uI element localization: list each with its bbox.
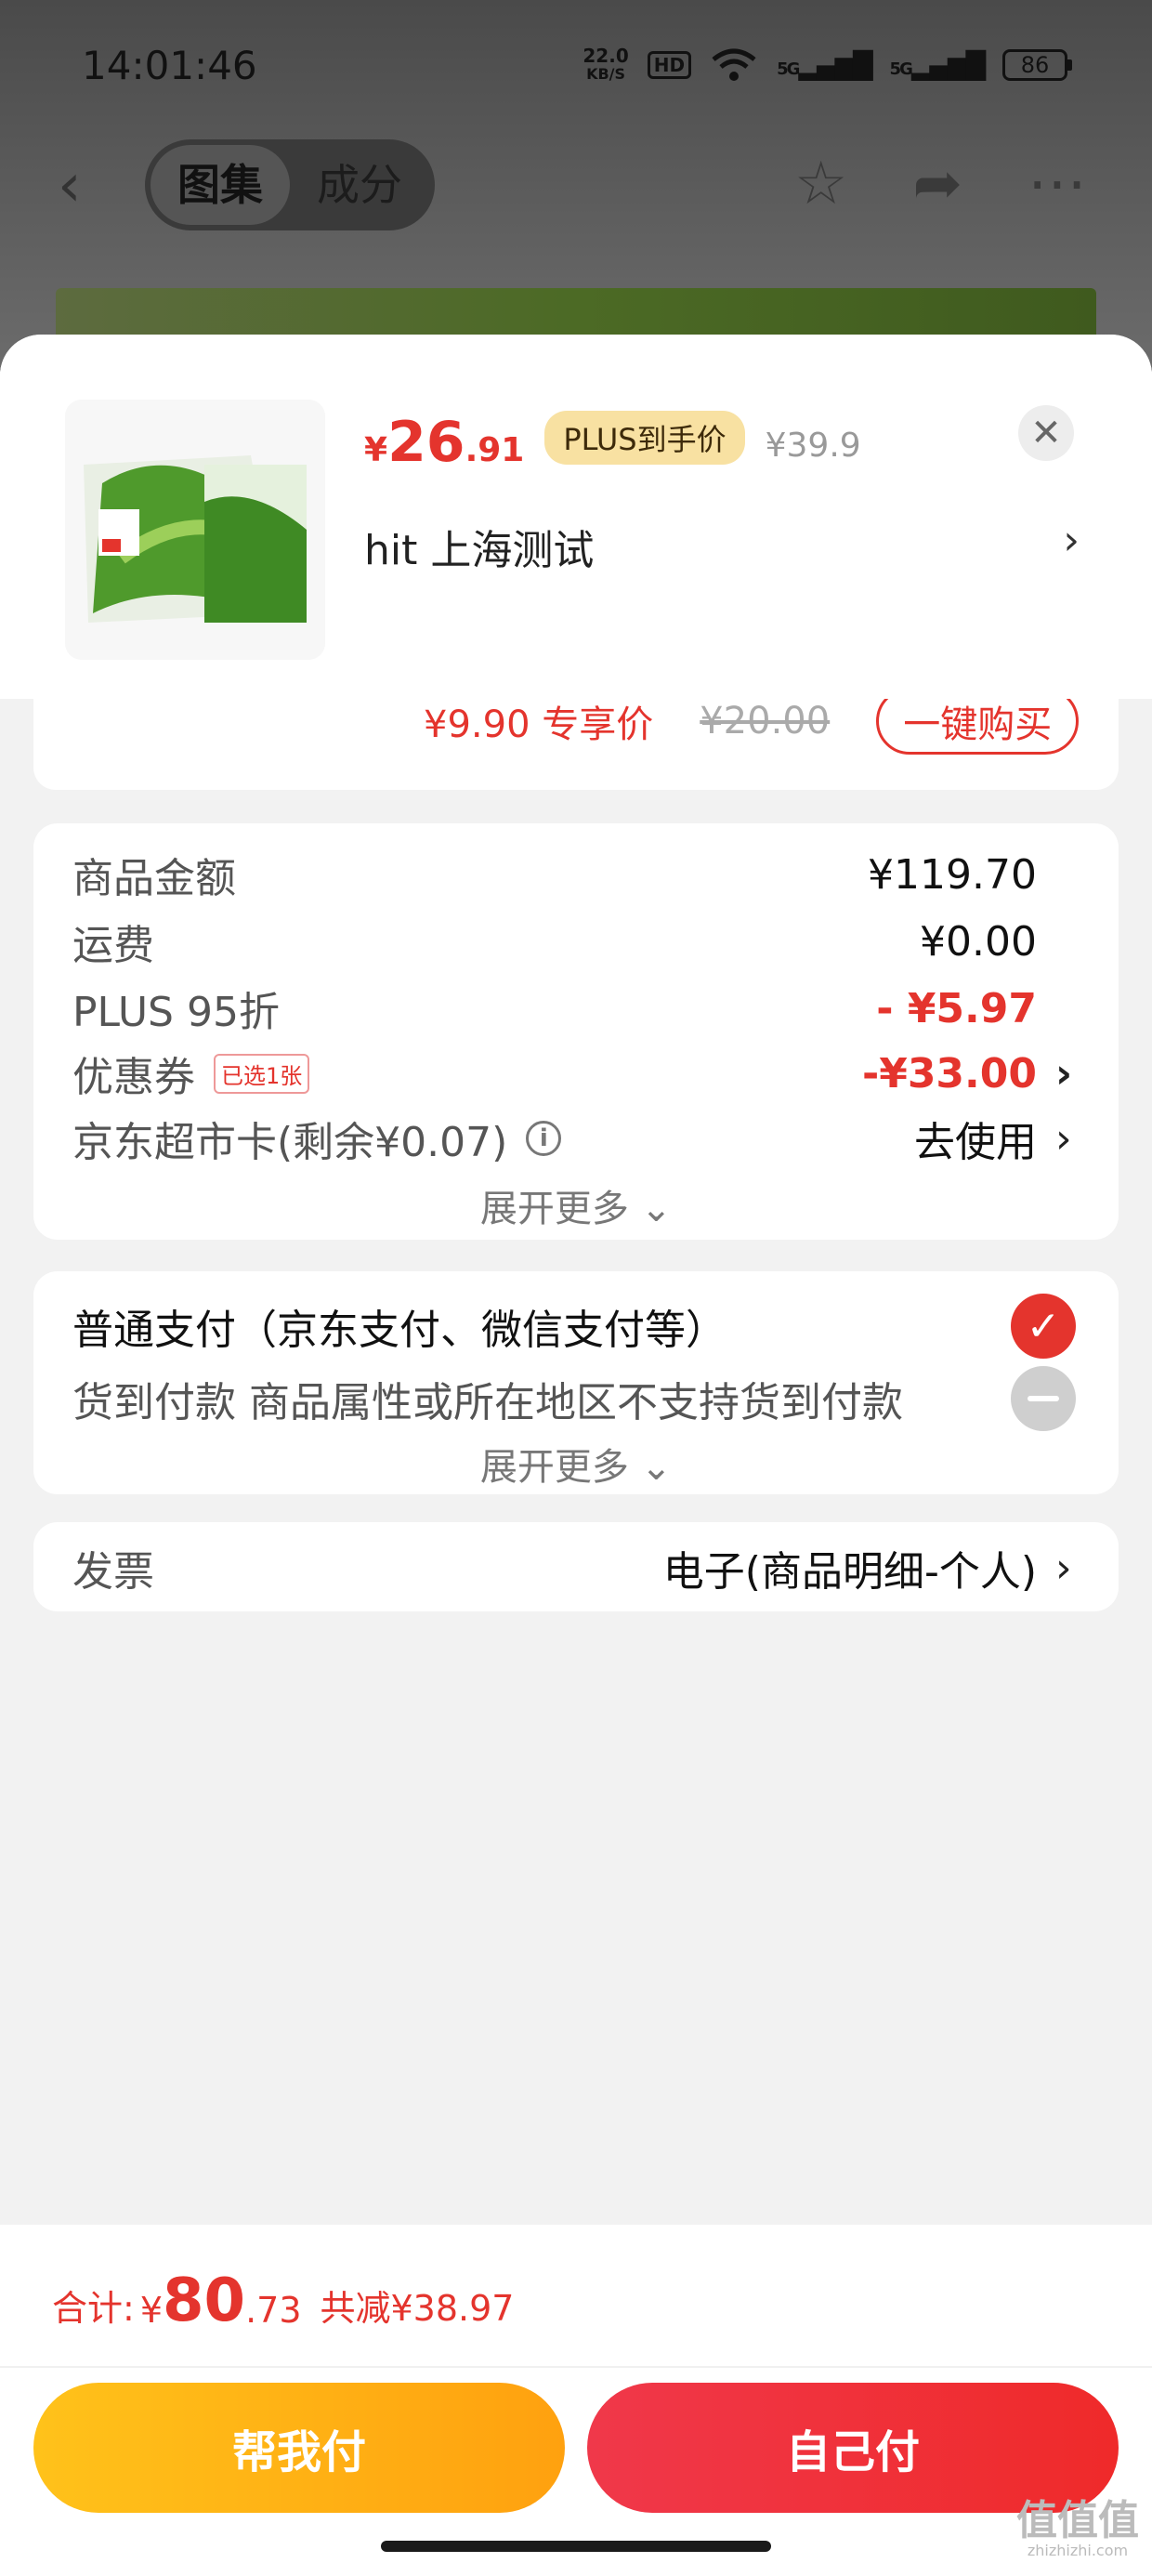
shipping-value: ¥0.00 bbox=[920, 917, 1037, 966]
total-row: 合计: ¥ 80 .73 共减¥38.97 bbox=[52, 2271, 514, 2331]
checkmark-icon[interactable]: ✓ bbox=[1011, 1294, 1076, 1359]
payment-method-card: 普通支付（京东支付、微信支付等） ✓ 货到付款 商品属性或所在地区不支持货到付款… bbox=[33, 1271, 1119, 1494]
total-decimal: .73 bbox=[245, 2290, 302, 2331]
original-price: ¥39.9 bbox=[765, 427, 861, 465]
row-supermarket-card[interactable]: 京东超市卡(剩余¥0.07) i 去使用 › bbox=[72, 1106, 1076, 1171]
watermark-site: zhizhizhi.com bbox=[1027, 2542, 1129, 2559]
close-icon[interactable]: ✕ bbox=[1018, 405, 1074, 461]
coupon-label-group: 优惠券 已选1张 bbox=[72, 1044, 310, 1103]
shipping-label: 运费 bbox=[72, 922, 154, 969]
supermarket-card-label: 京东超市卡(剩余¥0.07) bbox=[72, 1119, 508, 1166]
price-decimal: .91 bbox=[465, 431, 525, 469]
nav-actions: ☆ ➦ ⋯ bbox=[794, 147, 1087, 221]
disabled-icon bbox=[1011, 1366, 1076, 1431]
offer-old-price: ¥20.00 bbox=[700, 700, 831, 743]
total-integer: 80 bbox=[163, 2267, 246, 2335]
plus-price: ¥26.91 bbox=[364, 414, 524, 470]
payment-cod-row: 货到付款 商品属性或所在地区不支持货到付款 bbox=[72, 1366, 1076, 1431]
plus-price-badge: PLUS到手价 bbox=[544, 411, 745, 465]
chevron-right-icon[interactable]: › bbox=[1063, 517, 1080, 564]
row-shipping: 运费 ¥0.00 bbox=[72, 909, 1076, 974]
coupon-value-group: -¥33.00 › bbox=[862, 1050, 1076, 1097]
tab-ingredients[interactable]: 成分 bbox=[290, 145, 429, 225]
goods-amount-label: 商品金额 bbox=[72, 855, 236, 902]
payment-normal-label: 普通支付（京东支付、微信支付等） bbox=[72, 1307, 727, 1354]
supermarket-card-use[interactable]: 去使用 bbox=[914, 1109, 1037, 1168]
coupon-value: -¥33.00 bbox=[861, 1049, 1037, 1097]
payment-normal-row[interactable]: 普通支付（京东支付、微信支付等） ✓ bbox=[72, 1294, 1076, 1359]
chevron-right-icon[interactable]: › bbox=[1055, 1115, 1076, 1163]
coupon-selected-chip: 已选1张 bbox=[214, 1053, 310, 1094]
goods-amount-value: ¥119.70 bbox=[868, 850, 1037, 899]
row-coupon[interactable]: 优惠券 已选1张 -¥33.00 › bbox=[72, 1041, 1076, 1106]
payment-cod-label: 货到付款 商品属性或所在地区不支持货到付款 bbox=[72, 1379, 903, 1426]
network-speed-value: 22.0 bbox=[583, 45, 629, 67]
supermarket-card-value-group: 去使用 › bbox=[914, 1109, 1076, 1168]
total-label: 合计: bbox=[52, 2288, 135, 2329]
checkout-footer: 合计: ¥ 80 .73 共减¥38.97 帮我付 自己付 值值值 zhizhi… bbox=[0, 2225, 1152, 2576]
footer-divider bbox=[0, 2366, 1152, 2368]
total-symbol: ¥ bbox=[139, 2290, 163, 2331]
chevron-right-icon[interactable]: › bbox=[1055, 1050, 1076, 1097]
hd-icon: HD bbox=[647, 51, 692, 79]
star-icon[interactable]: ☆ bbox=[794, 147, 847, 221]
total-saved: 共减¥38.97 bbox=[320, 2288, 515, 2329]
price-symbol: ¥ bbox=[364, 431, 388, 469]
product-page-background: 14:01:46 22.0 KB/S HD 5G▂▄▆█ 5G▂▄▆█ 86 ‹… bbox=[0, 0, 1152, 400]
invoice-value: 电子(商品明细-个人) bbox=[662, 1548, 1037, 1596]
status-bar: 14:01:46 22.0 KB/S HD 5G▂▄▆█ 5G▂▄▆█ 86 bbox=[0, 37, 1152, 102]
invoice-row: 发票 电子(商品明细-个人) › bbox=[72, 1535, 1076, 1600]
signal-icon-1: 5G▂▄▆█ bbox=[777, 49, 872, 81]
expand-more-button[interactable]: 展开更多 ⌄ bbox=[33, 1178, 1119, 1232]
price-integer: 26 bbox=[387, 410, 465, 475]
status-time: 14:01:46 bbox=[82, 43, 257, 88]
back-arrow-icon[interactable]: ‹ bbox=[58, 156, 82, 216]
more-icon[interactable]: ⋯ bbox=[1028, 147, 1087, 221]
info-icon[interactable]: i bbox=[526, 1121, 562, 1156]
invoice-card[interactable]: 发票 电子(商品明细-个人) › bbox=[33, 1522, 1119, 1611]
network-speed: 22.0 KB/S bbox=[583, 46, 628, 84]
expand-more-button[interactable]: 展开更多 ⌄ bbox=[33, 1437, 1119, 1491]
coupon-label: 优惠券 bbox=[72, 1054, 195, 1101]
product-thumbnail bbox=[65, 400, 325, 660]
tab-gallery[interactable]: 图集 bbox=[151, 145, 290, 225]
home-indicator[interactable] bbox=[381, 2541, 771, 2552]
milk-box-image bbox=[65, 400, 325, 660]
self-pay-button[interactable]: 自己付 bbox=[587, 2383, 1119, 2513]
invoice-value-group: 电子(商品明细-个人) › bbox=[663, 1538, 1076, 1597]
site-watermark: 值值值 zhizhizhi.com bbox=[1016, 2500, 1139, 2559]
signal-icon-2: 5G▂▄▆█ bbox=[889, 49, 986, 81]
row-goods-amount: 商品金额 ¥119.70 bbox=[72, 842, 1076, 907]
share-icon[interactable]: ➦ bbox=[912, 147, 962, 221]
chevron-right-icon[interactable]: › bbox=[1055, 1544, 1076, 1592]
product-header: ¥26.91 PLUS到手价 ¥39.9 ✕ hit 上海测试 › bbox=[0, 335, 1152, 699]
invoice-label: 发票 bbox=[72, 1548, 154, 1596]
price-row: ¥26.91 PLUS到手价 ¥39.9 bbox=[364, 411, 861, 470]
status-indicators: 22.0 KB/S HD 5G▂▄▆█ 5G▂▄▆█ 86 bbox=[583, 46, 1072, 84]
tab-segment: 图集 成分 bbox=[145, 139, 435, 230]
row-plus-discount: PLUS 95折 - ¥5.97 bbox=[72, 976, 1076, 1041]
amount-summary-card: 商品金额 ¥119.70 运费 ¥0.00 PLUS 95折 - ¥5.97 优… bbox=[33, 823, 1119, 1240]
network-speed-unit: KB/S bbox=[586, 65, 626, 83]
watermark-text: 值值值 bbox=[1016, 2497, 1139, 2544]
product-nav-bar: ‹ 图集 成分 ☆ ➦ ⋯ bbox=[0, 139, 1152, 232]
battery-level: 86 bbox=[1002, 49, 1067, 81]
wifi-icon bbox=[712, 48, 756, 81]
plus-discount-label: PLUS 95折 bbox=[72, 989, 280, 1036]
plus-discount-value: - ¥5.97 bbox=[876, 984, 1037, 1032]
help-pay-button[interactable]: 帮我付 bbox=[33, 2383, 565, 2513]
offer-price: ¥9.90 专享价 bbox=[424, 703, 654, 746]
delivery-address[interactable]: hit 上海测试 bbox=[364, 517, 1089, 576]
supermarket-card-label-group: 京东超市卡(剩余¥0.07) i bbox=[72, 1109, 562, 1168]
battery-icon: 86 bbox=[1002, 49, 1072, 81]
